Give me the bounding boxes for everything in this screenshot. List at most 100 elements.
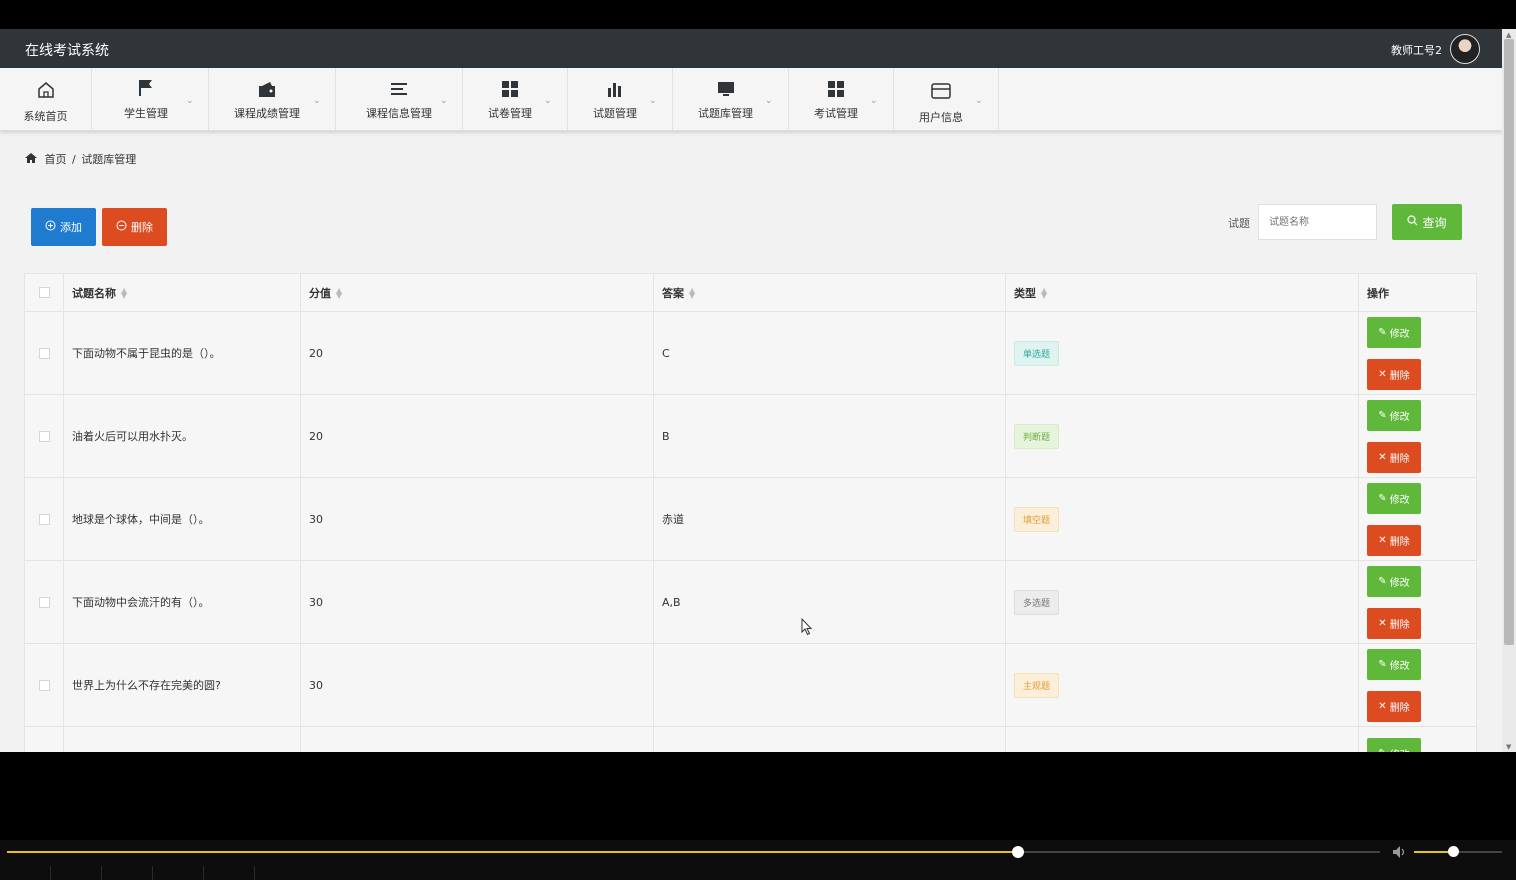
- column-header-type[interactable]: 类型 ▲ ▼: [1006, 274, 1359, 311]
- header-label: 答案: [662, 286, 684, 300]
- plus-circle-icon: [45, 220, 56, 234]
- breadcrumb-separator: /: [72, 153, 76, 166]
- close-icon: ✕: [1378, 617, 1387, 629]
- breadcrumb-home[interactable]: 首页: [45, 153, 67, 166]
- question-name: 地球是个球体，中间是（）。: [64, 478, 301, 560]
- delete-button[interactable]: ✕ 删除: [1367, 690, 1421, 722]
- nav-item-home[interactable]: 系统首页: [0, 68, 92, 130]
- column-header-score[interactable]: 分值 ▲ ▼: [301, 274, 654, 311]
- table-row: 下面动物中会流汗的有（）。 30 A,B 多选题 ✎ 修改 ✕ 删除: [25, 561, 1476, 644]
- wallet-icon: [204, 80, 330, 100]
- query-button[interactable]: 查询: [1392, 204, 1462, 240]
- column-header-actions: 操作: [1359, 274, 1478, 311]
- edit-button[interactable]: ✎修改: [1367, 738, 1421, 752]
- add-button[interactable]: 添加: [31, 208, 96, 246]
- nav-label: 系统首页: [23, 110, 68, 123]
- breadcrumb-current: 试题库管理: [81, 153, 137, 166]
- row-select-cell: [25, 312, 64, 394]
- close-icon: ✕: [1378, 368, 1387, 380]
- row-checkbox[interactable]: [38, 430, 50, 442]
- batch-delete-label: 删除: [131, 221, 153, 234]
- strip-segment: [51, 866, 102, 880]
- delete-button[interactable]: ✕ 删除: [1367, 607, 1421, 639]
- nav-item-questions[interactable]: 试题管理 ⌄: [568, 68, 673, 130]
- row-select-cell: [25, 727, 64, 752]
- home-icon: [25, 153, 37, 163]
- nav-item-course-grades[interactable]: 课程成绩管理 ⌄: [209, 68, 336, 130]
- table-row: 油着火后可以用水扑灭。 20 B 判断题 ✎ 修改 ✕ 删除: [25, 395, 1476, 478]
- question-score: 30: [301, 644, 654, 726]
- nav-item-students[interactable]: 学生管理 ⌄: [104, 68, 209, 130]
- edit-button[interactable]: ✎修改: [1367, 648, 1421, 680]
- delete-button[interactable]: ✕ 删除: [1367, 441, 1421, 473]
- edit-button[interactable]: ✎修改: [1367, 482, 1421, 514]
- question-table: 试题名称 ▲ ▼ 分值 ▲ ▼ 答案 ▲ ▼ 类型 ▲ ▼ 操作 下面动物不属于昆虫的是（）。 …: [24, 273, 1477, 752]
- nav-item-papers[interactable]: 试卷管理 ⌄: [463, 68, 568, 130]
- question-answer: C: [654, 312, 1006, 394]
- scroll-down-icon[interactable]: ▼: [1506, 743, 1511, 751]
- user-name[interactable]: 教师工号2: [1391, 42, 1442, 58]
- volume-icon[interactable]: [1392, 845, 1408, 859]
- nav-item-user-info[interactable]: 用户信息 ⌄: [894, 68, 999, 130]
- home-icon: [0, 80, 91, 100]
- nav-label: 学生管理: [124, 107, 168, 120]
- nav-item-exams[interactable]: 考试管理 ⌄: [789, 68, 894, 130]
- select-all-checkbox[interactable]: [38, 287, 50, 298]
- nav-item-question-bank[interactable]: 试题库管理 ⌄: [673, 68, 789, 130]
- nav-item-course-info[interactable]: 课程信息管理 ⌄: [336, 68, 463, 130]
- edit-icon: ✎: [1378, 658, 1387, 670]
- progress-bar[interactable]: [7, 846, 1380, 858]
- table-row: 地球是个球体，中间是（）。 30 赤道 填空题 ✎ 修改 ✕ 删除: [25, 478, 1476, 561]
- delete-button[interactable]: ✕ 删除: [1367, 358, 1421, 390]
- sort-icon[interactable]: ▲ ▼: [689, 286, 695, 299]
- sort-icon[interactable]: ▲ ▼: [336, 286, 342, 299]
- volume-handle[interactable]: [1447, 846, 1459, 857]
- header-label: 类型: [1014, 286, 1036, 300]
- nav-label: 课程信息管理: [366, 107, 432, 120]
- question-score: [301, 727, 654, 752]
- delete-button[interactable]: ✕ 删除: [1367, 524, 1421, 556]
- edit-button[interactable]: ✎修改: [1367, 565, 1421, 597]
- edit-label: 修改: [1389, 660, 1410, 672]
- column-header-name[interactable]: 试题名称 ▲ ▼: [64, 274, 301, 311]
- flag-icon: [94, 78, 198, 98]
- actions-cell: ✎ 修改 ✕ 删除: [1359, 395, 1478, 477]
- question-answer: [654, 727, 1006, 752]
- row-checkbox[interactable]: [38, 513, 50, 525]
- strip-segment: [0, 866, 51, 880]
- close-icon: ✕: [1378, 700, 1387, 712]
- row-checkbox[interactable]: [38, 596, 50, 608]
- scroll-up-icon[interactable]: ▲: [1506, 31, 1511, 39]
- table-row: 下面动物不属于昆虫的是（）。 20 C 单选题 ✎ 修改 ✕ 删除: [25, 312, 1476, 395]
- question-type-cell: [1006, 727, 1359, 752]
- row-select-cell: [25, 395, 64, 477]
- edit-button[interactable]: ✎修改: [1367, 399, 1421, 431]
- scrollbar-thumb[interactable]: [1504, 39, 1514, 645]
- nav-label: 考试管理: [814, 107, 858, 120]
- header-label: 试题名称: [72, 286, 116, 300]
- search-input[interactable]: [1258, 204, 1377, 240]
- chevron-down-icon: ⌄: [870, 96, 878, 106]
- question-name: 下面动物中会流汗的有（）。: [64, 561, 301, 643]
- edit-icon: ✎: [1378, 326, 1387, 338]
- volume-slider[interactable]: [1414, 846, 1502, 857]
- avatar[interactable]: [1450, 34, 1480, 64]
- type-badge: 主观题: [1014, 672, 1060, 698]
- chevron-down-icon: ⌄: [975, 96, 983, 106]
- batch-delete-button[interactable]: 删除: [102, 208, 167, 246]
- column-header-answer[interactable]: 答案 ▲ ▼: [654, 274, 1006, 311]
- row-checkbox[interactable]: [38, 679, 50, 691]
- header-label: 分值: [309, 286, 331, 300]
- progress-handle[interactable]: [1011, 846, 1024, 858]
- sort-icon[interactable]: ▲ ▼: [1041, 286, 1047, 299]
- nav-label: 用户信息: [919, 111, 963, 124]
- edit-label: 修改: [1389, 494, 1410, 506]
- sort-icon[interactable]: ▲ ▼: [121, 286, 127, 299]
- close-icon: ✕: [1378, 451, 1387, 463]
- strip-segment: [204, 866, 255, 880]
- vertical-scrollbar[interactable]: ▲ ▼: [1502, 29, 1516, 752]
- row-checkbox[interactable]: [38, 347, 50, 359]
- actions-cell: ✎ 修改 ✕ 删除: [1359, 478, 1478, 560]
- chevron-down-icon: ⌄: [544, 96, 552, 106]
- edit-button[interactable]: ✎修改: [1367, 316, 1421, 348]
